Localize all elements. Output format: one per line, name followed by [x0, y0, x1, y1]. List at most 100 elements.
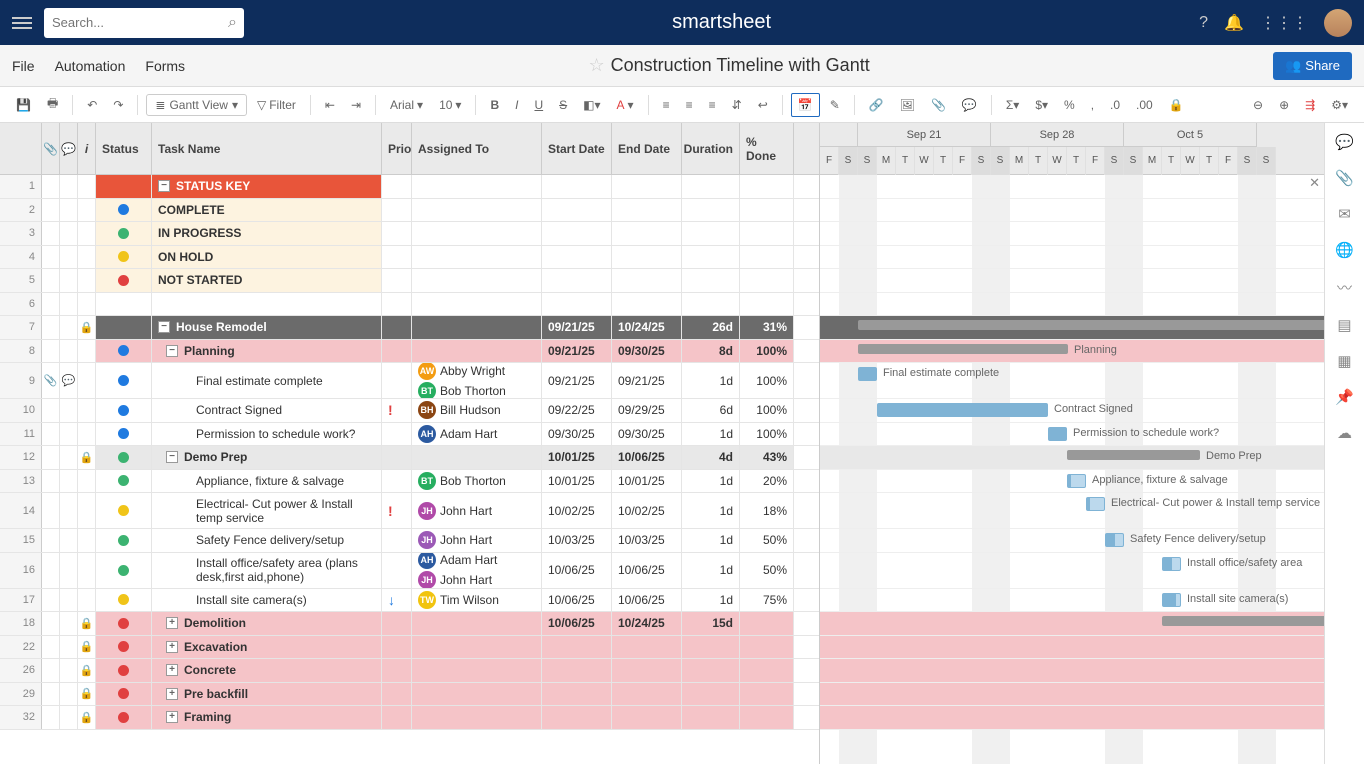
sum-icon[interactable]: Σ▾	[1000, 94, 1025, 116]
font-select[interactable]: Arial ▾	[384, 94, 429, 116]
table-row[interactable]: 6	[0, 293, 819, 317]
dec-inc-icon[interactable]: .0	[1104, 94, 1126, 116]
comma-icon[interactable]: ,	[1085, 94, 1100, 116]
gantt[interactable]: Sep 21Sep 28Oct 5 FSSMTWTFSSMTWTFSSMTWTF…	[820, 123, 1324, 764]
comment-col-icon[interactable]: 💬	[60, 123, 78, 174]
connect-icon[interactable]: 📌	[1335, 388, 1354, 406]
table-row[interactable]: 17Install site camera(s)↓TWTim Wilson10/…	[0, 589, 819, 613]
col-start[interactable]: Start Date	[542, 123, 612, 174]
attachment-col-icon[interactable]: 📎	[42, 123, 60, 174]
align-center-icon[interactable]: ≡	[680, 94, 699, 116]
table-row[interactable]: 26🔒+Concrete	[0, 659, 819, 683]
dec-dec-icon[interactable]: .00	[1130, 94, 1159, 116]
search-box[interactable]: ⌕	[44, 8, 244, 38]
table-row[interactable]: 8−Planning09/21/2509/30/258d100%	[0, 340, 819, 364]
outdent-icon[interactable]: ⇤	[319, 94, 341, 116]
expand-icon[interactable]: +	[166, 617, 178, 629]
apps-icon[interactable]: ⋮⋮⋮	[1260, 13, 1308, 33]
col-status[interactable]: Status	[96, 123, 152, 174]
wrap-icon[interactable]: ↩	[752, 94, 774, 116]
underline-icon[interactable]: U	[528, 94, 549, 116]
brandfolder-icon[interactable]: ▦	[1337, 352, 1351, 370]
grid[interactable]: 📎 💬 i Status Task Name Prio Assigned To …	[0, 123, 820, 764]
col-done[interactable]: % Done	[740, 123, 794, 174]
share-button[interactable]: 👥 Share	[1273, 52, 1352, 80]
info-col-icon[interactable]: i	[78, 123, 96, 174]
col-end[interactable]: End Date	[612, 123, 682, 174]
strike-icon[interactable]: S	[553, 94, 573, 116]
col-task[interactable]: Task Name	[152, 123, 382, 174]
col-assigned[interactable]: Assigned To	[412, 123, 542, 174]
attachments-icon[interactable]: 📎	[1335, 169, 1354, 187]
table-row[interactable]: 4ON HOLD	[0, 246, 819, 270]
table-row[interactable]: 12🔒−Demo Prep10/01/2510/06/254d43%	[0, 446, 819, 470]
table-row[interactable]: 11Permission to schedule work?AHAdam Har…	[0, 423, 819, 447]
expand-icon[interactable]: +	[166, 688, 178, 700]
expand-icon[interactable]: +	[166, 711, 178, 723]
table-row[interactable]: 32🔒+Framing	[0, 706, 819, 730]
table-row[interactable]: 18🔒+Demolition10/06/2510/24/2515d	[0, 612, 819, 636]
search-input[interactable]	[52, 15, 228, 30]
bold-icon[interactable]: B	[484, 94, 505, 116]
table-row[interactable]: 14Electrical- Cut power & Install temp s…	[0, 493, 819, 529]
italic-icon[interactable]: I	[509, 94, 524, 116]
highlight-icon[interactable]: ✎	[824, 94, 846, 116]
gantt-view-button[interactable]: ≣ Gantt View ▾	[146, 94, 247, 116]
zoom-out-icon[interactable]: ⊖	[1247, 94, 1269, 116]
currency-icon[interactable]: $▾	[1029, 94, 1054, 116]
filter-button[interactable]: ▽ Filter	[251, 94, 302, 116]
expand-icon[interactable]: +	[166, 664, 178, 676]
print-icon[interactable]: 🖶	[41, 90, 64, 119]
menu-forms[interactable]: Forms	[145, 58, 185, 74]
expand-icon[interactable]: −	[166, 345, 178, 357]
table-row[interactable]: 29🔒+Pre backfill	[0, 683, 819, 707]
fill-icon[interactable]: ◧▾	[577, 94, 606, 116]
percent-icon[interactable]: %	[1058, 94, 1081, 116]
align-left-icon[interactable]: ≡	[657, 94, 676, 116]
resource-icon[interactable]: ☁	[1337, 424, 1352, 442]
redo-icon[interactable]: ↷	[107, 94, 129, 116]
size-select[interactable]: 10 ▾	[433, 94, 467, 116]
attach-icon[interactable]: 📎	[925, 94, 952, 116]
col-prio[interactable]: Prio	[382, 123, 412, 174]
align-right-icon[interactable]: ≡	[703, 94, 722, 116]
publish-icon[interactable]: 🌐	[1335, 241, 1354, 259]
link-icon[interactable]: 🔗	[863, 94, 890, 116]
table-row[interactable]: 13Appliance, fixture & salvageBTBob Thor…	[0, 470, 819, 494]
table-row[interactable]: 9📎💬Final estimate completeAWAbby WrightB…	[0, 363, 819, 399]
table-row[interactable]: 15Safety Fence delivery/setupJHJohn Hart…	[0, 529, 819, 553]
table-row[interactable]: 10Contract Signed!BHBill Hudson09/22/250…	[0, 399, 819, 423]
proof-icon[interactable]: ✉	[1338, 205, 1351, 223]
conversations-icon[interactable]: 💬	[1335, 133, 1354, 151]
search-icon[interactable]: ⌕	[228, 14, 237, 32]
star-icon[interactable]: ☆	[588, 55, 604, 75]
comment-icon[interactable]: 💬	[956, 94, 983, 116]
settings-icon[interactable]: ⚙▾	[1325, 94, 1354, 116]
table-row[interactable]: 22🔒+Excavation	[0, 636, 819, 660]
table-row[interactable]: 1−STATUS KEY	[0, 175, 819, 199]
table-row[interactable]: 3IN PROGRESS	[0, 222, 819, 246]
textcolor-icon[interactable]: A▾	[611, 94, 640, 116]
col-duration[interactable]: Duration	[682, 123, 740, 174]
bell-icon[interactable]: 🔔	[1224, 13, 1244, 33]
valign-icon[interactable]: ⇵	[726, 94, 748, 116]
indent-icon[interactable]: ⇥	[345, 94, 367, 116]
menu-automation[interactable]: Automation	[55, 58, 126, 74]
menu-icon[interactable]	[12, 14, 32, 32]
table-row[interactable]: 5NOT STARTED	[0, 269, 819, 293]
expand-icon[interactable]: −	[166, 451, 178, 463]
save-icon[interactable]: 💾	[10, 94, 37, 116]
avatar[interactable]	[1324, 9, 1352, 37]
date-icon[interactable]: 📅	[791, 93, 820, 117]
undo-icon[interactable]: ↶	[81, 94, 103, 116]
help-icon[interactable]: ?	[1199, 14, 1208, 32]
activity-icon[interactable]: 〰	[1337, 277, 1352, 298]
summary-icon[interactable]: ▤	[1337, 316, 1351, 334]
zoom-in-icon[interactable]: ⊕	[1273, 94, 1295, 116]
image-icon[interactable]: 🖼	[894, 94, 921, 116]
table-row[interactable]: 7🔒−House Remodel09/21/2510/24/2526d31%	[0, 316, 819, 340]
expand-icon[interactable]: −	[158, 321, 170, 333]
table-row[interactable]: 16Install office/safety area (plans desk…	[0, 553, 819, 589]
lock-icon[interactable]: 🔒	[1163, 94, 1190, 116]
critical-path-icon[interactable]: ⇶	[1299, 94, 1321, 116]
